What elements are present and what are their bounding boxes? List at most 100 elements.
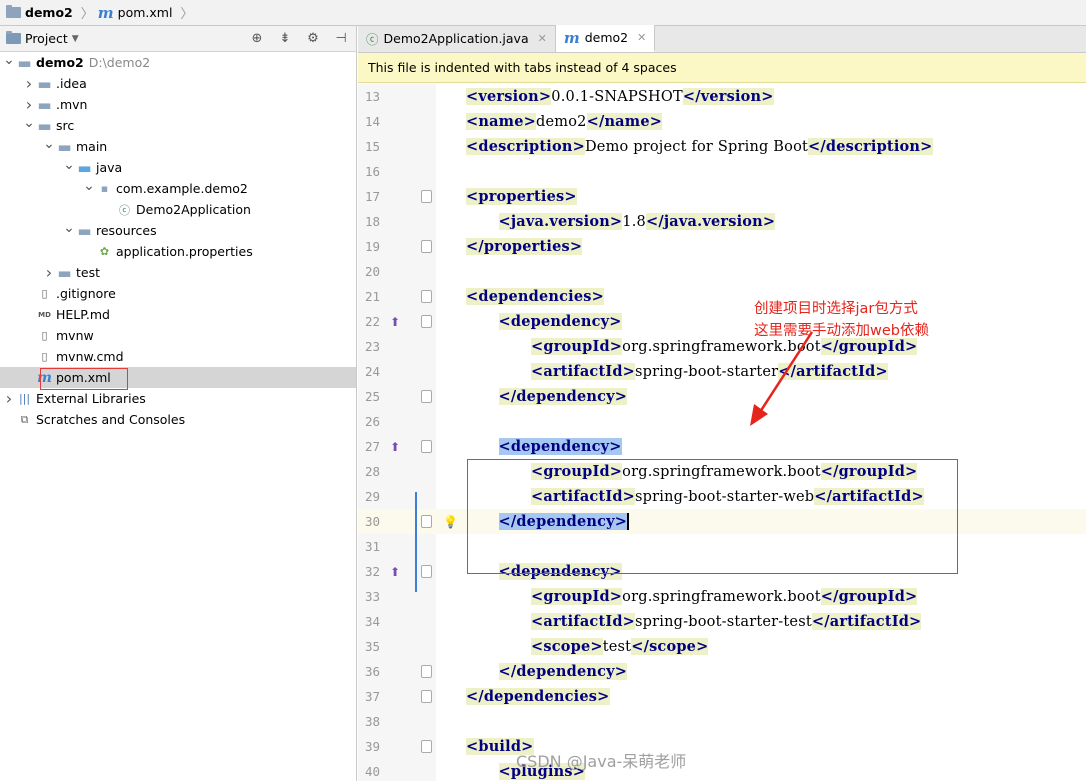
dependency-gutter-icon[interactable]: ⬆ — [390, 440, 400, 454]
collapse-all-icon[interactable]: ⇟ — [276, 31, 294, 46]
tab-demo2application[interactable]: ⓒ Demo2Application.java ✕ — [358, 25, 556, 52]
code-line[interactable]: 20 — [358, 259, 1086, 284]
code-line[interactable]: 27 ⬆ <dependency> — [358, 434, 1086, 459]
code-area[interactable]: 13 <version>0.0.1-SNAPSHOT</version> 14 <na… — [358, 84, 1086, 781]
xml-tag: <java.version> — [498, 213, 623, 230]
code-line[interactable]: 16 — [358, 159, 1086, 184]
code-line[interactable]: 39 <build> — [358, 734, 1086, 759]
chevron-down-icon[interactable]: ⌄ — [62, 220, 76, 236]
code-line[interactable]: 24 <artifactId>spring-boot-starter</artif… — [358, 359, 1086, 384]
line-number: 35 — [364, 639, 380, 654]
scratches-icon: ⧉ — [20, 412, 29, 426]
resources-folder-icon: ▬ — [77, 221, 92, 240]
tree-item[interactable]: ⌄ ▪ com.example.demo2 — [0, 178, 356, 199]
breadcrumb-project-label: demo2 — [25, 5, 73, 20]
dependency-gutter-icon[interactable]: ⬆ — [390, 565, 400, 579]
fold-marker-icon[interactable] — [421, 565, 432, 578]
tree-item[interactable]: ⌄ ▬ src — [0, 115, 356, 136]
tree-item-label: .gitignore — [56, 286, 116, 301]
xml-tag: </artifactId> — [811, 613, 922, 630]
chevron-down-icon[interactable]: ⌄ — [42, 136, 56, 152]
chevron-down-icon[interactable]: ⌄ — [82, 178, 96, 194]
line-number: 28 — [364, 464, 380, 479]
tree-item[interactable]: › ||| External Libraries — [0, 388, 356, 409]
gear-icon[interactable]: ⚙ — [304, 31, 322, 46]
code-line[interactable]: 26 — [358, 409, 1086, 434]
tree-item[interactable]: ⌄ ▬ resources — [0, 220, 356, 241]
code-line[interactable]: 17 <properties> — [358, 184, 1086, 209]
fold-marker-icon[interactable] — [421, 665, 432, 678]
dependency-gutter-icon[interactable]: ⬆ — [390, 315, 400, 329]
annotation-arrow — [750, 331, 814, 426]
tree-item[interactable]: › ▬ .mvn — [0, 94, 356, 115]
locate-icon[interactable]: ⊕ — [248, 31, 266, 46]
tab-label: demo2 — [584, 30, 629, 45]
fold-marker-icon[interactable] — [421, 290, 432, 303]
close-icon[interactable]: ✕ — [637, 31, 646, 44]
close-icon[interactable]: ✕ — [538, 32, 547, 45]
code-line[interactable]: 21 <dependencies> — [358, 284, 1086, 309]
chevron-right-icon[interactable]: › — [42, 263, 56, 282]
code-line[interactable]: 18 <java.version>1.8</java.version> — [358, 209, 1086, 234]
code-line[interactable]: 34 <artifactId>spring-boot-starter-test</… — [358, 609, 1086, 634]
code-line[interactable]: 15 <description>Demo project for Spring B… — [358, 134, 1086, 159]
chevron-down-icon[interactable]: ⌄ — [62, 157, 76, 173]
code-line[interactable]: 19 </properties> — [358, 234, 1086, 259]
tree-item-label: Scratches and Consoles — [36, 412, 186, 427]
fold-marker-icon[interactable] — [421, 440, 432, 453]
line-number: 16 — [364, 164, 380, 179]
chevron-right-icon[interactable]: › — [22, 74, 36, 93]
folder-icon: ▬ — [37, 95, 52, 114]
tree-item[interactable]: › ▬ .idea — [0, 73, 356, 94]
tree-item-label: main — [76, 139, 108, 154]
fold-marker-icon[interactable] — [421, 690, 432, 703]
lightbulb-icon[interactable]: 💡 — [443, 515, 458, 529]
tree-item-label: mvnw — [56, 328, 94, 343]
tree-item[interactable]: ⌄ ▬ demo2 D:\demo2 — [0, 52, 356, 73]
fold-marker-icon[interactable] — [421, 190, 432, 203]
xml-value: 1.8 — [622, 214, 646, 230]
chevron-right-icon[interactable]: › — [2, 389, 16, 408]
tree-item[interactable]: › ▬ test — [0, 262, 356, 283]
tree-item-label: resources — [96, 223, 157, 238]
code-line[interactable]: 36 </dependency> — [358, 659, 1086, 684]
breadcrumb-file-label: pom.xml — [117, 5, 173, 20]
tree-item[interactable]: ⌄ ▬ java — [0, 157, 356, 178]
code-line[interactable]: 35 <scope>test</scope> — [358, 634, 1086, 659]
code-line[interactable]: 13 <version>0.0.1-SNAPSHOT</version> — [358, 84, 1086, 109]
tree-item[interactable]: ⌄ ▬ main — [0, 136, 356, 157]
code-line[interactable]: 22 ⬆ <dependency> — [358, 309, 1086, 334]
code-line[interactable]: 40 <plugins> — [358, 759, 1086, 781]
tree-item[interactable]: ▯ mvnw.cmd — [0, 346, 356, 367]
hide-panel-icon[interactable]: ⊣ — [332, 31, 350, 46]
chevron-right-icon[interactable]: › — [22, 95, 36, 114]
fold-marker-icon[interactable] — [421, 315, 432, 328]
code-line[interactable]: 23 <groupId>org.springframework.boot</gro… — [358, 334, 1086, 359]
tree-item[interactable]: ▯ mvnw — [0, 325, 356, 346]
tree-item[interactable]: ▯ .gitignore — [0, 283, 356, 304]
project-view-selector[interactable]: Project — [25, 31, 68, 46]
code-line[interactable]: 37 </dependencies> — [358, 684, 1086, 709]
breadcrumb-file[interactable]: m pom.xml — [98, 4, 173, 22]
xml-tag: <groupId> — [531, 338, 623, 355]
fold-marker-icon[interactable] — [421, 390, 432, 403]
code-text: <groupId>org.springframework.boot</group… — [531, 588, 918, 605]
code-line[interactable]: 38 — [358, 709, 1086, 734]
fold-marker-icon[interactable] — [421, 515, 432, 528]
tree-item-path: D:\demo2 — [88, 55, 151, 70]
tab-demo2[interactable]: m demo2 ✕ — [555, 25, 656, 52]
breadcrumb-project[interactable]: demo2 — [6, 5, 73, 20]
chevron-down-icon[interactable]: ▼ — [72, 34, 79, 44]
chevron-down-icon[interactable]: ⌄ — [2, 52, 16, 68]
code-line[interactable]: 33 <groupId>org.springframework.boot</gro… — [358, 584, 1086, 609]
chevron-down-icon[interactable]: ⌄ — [22, 115, 36, 131]
tree-item[interactable]: ⓒ Demo2Application — [0, 199, 356, 220]
code-line[interactable]: 14 <name>demo2</name> — [358, 109, 1086, 134]
code-line[interactable]: 25 </dependency> — [358, 384, 1086, 409]
fold-marker-icon[interactable] — [421, 240, 432, 253]
tree-item-label: Demo2Application — [136, 202, 251, 217]
tree-item[interactable]: MD HELP.md — [0, 304, 356, 325]
fold-marker-icon[interactable] — [421, 740, 432, 753]
tree-item[interactable]: ✿ application.properties — [0, 241, 356, 262]
tree-item[interactable]: ⧉ Scratches and Consoles — [0, 409, 356, 430]
